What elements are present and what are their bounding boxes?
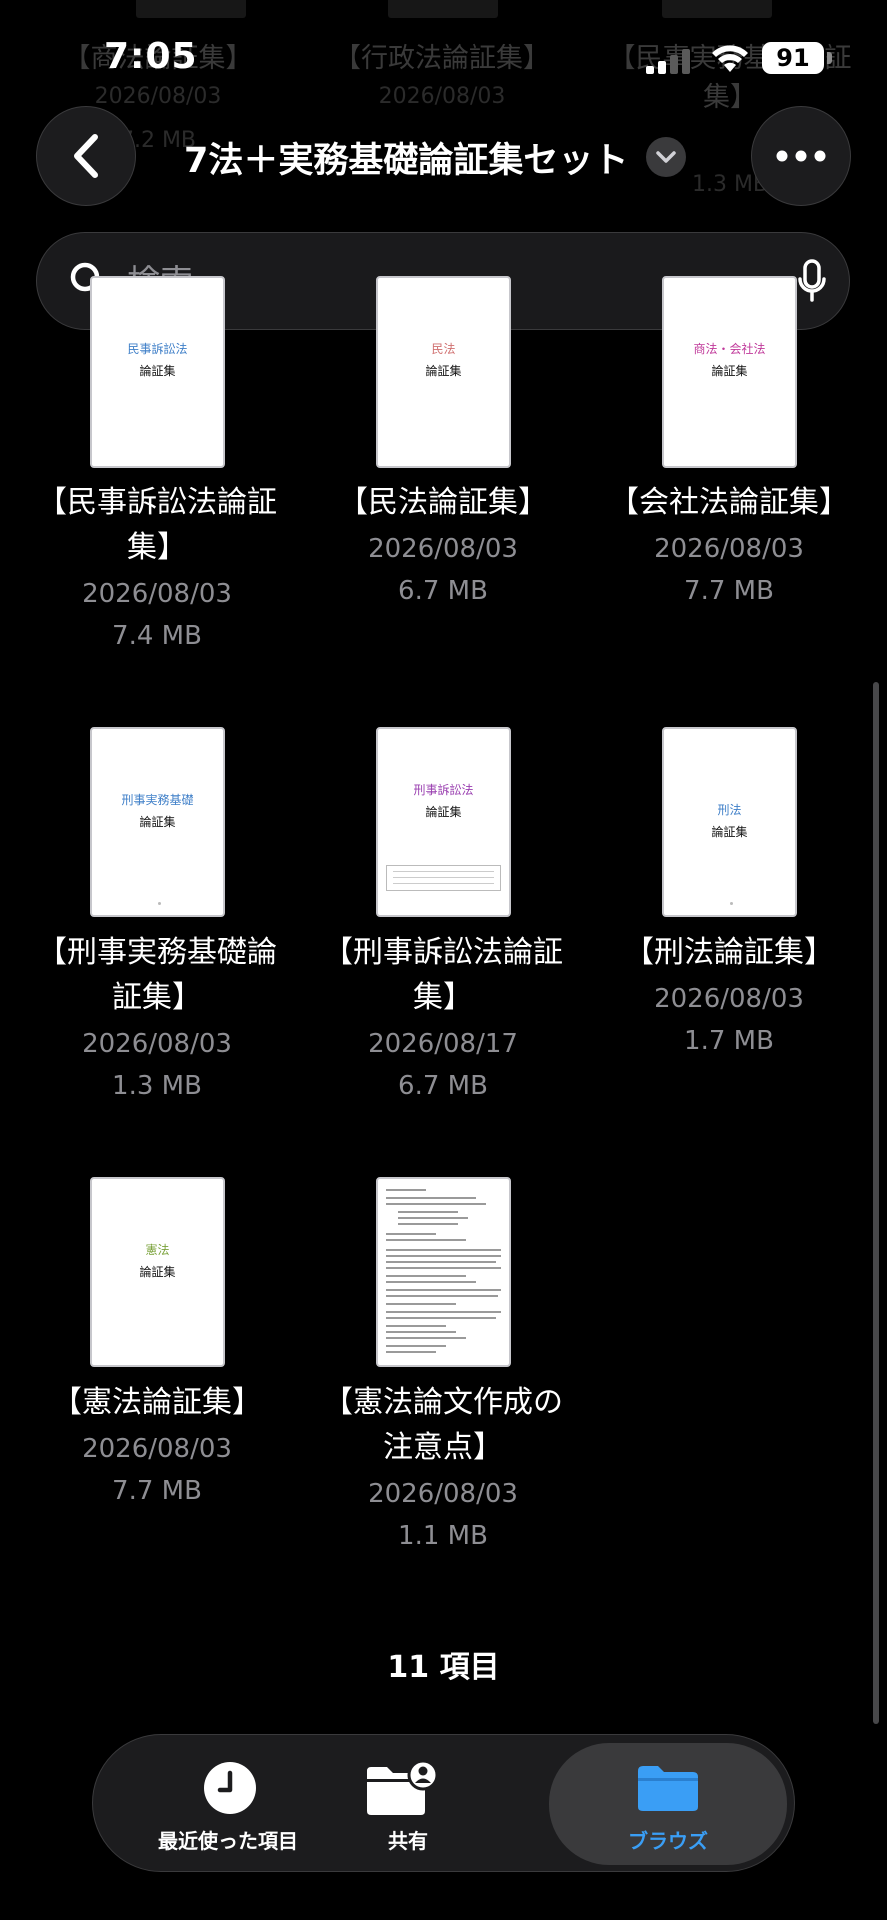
- thumbnail-title: 論証集: [711, 364, 748, 378]
- thumbnail-title: 論証集: [139, 1265, 176, 1279]
- thumbnail-title: 論証集: [139, 364, 176, 378]
- file-date: 2026/08/03: [654, 984, 804, 1014]
- file-item[interactable]: 【憲法論文作成の 注意点】 2026/08/03 1.1 MB: [303, 1380, 583, 1560]
- file-size: 7.4 MB: [112, 621, 202, 651]
- thumbnail-page-marker: [730, 902, 733, 905]
- status-bar: 7:05 91: [0, 0, 887, 118]
- folder-icon: [638, 1766, 698, 1811]
- file-thumbnail[interactable]: 刑事実務基礎 論証集: [90, 727, 225, 917]
- file-date: 2026/08/17: [368, 1029, 518, 1059]
- file-thumbnail[interactable]: 民事訴訟法 論証集: [90, 276, 225, 468]
- file-item[interactable]: 【民事訴訟法論証 集】 2026/08/03 7.4 MB: [17, 480, 297, 660]
- file-date: 2026/08/03: [82, 1434, 232, 1464]
- thumbnail-title: 論証集: [139, 815, 176, 829]
- chevron-down-icon: [646, 137, 687, 177]
- folder-title: 7法＋実務基礎論証集セット: [184, 140, 629, 181]
- file-thumbnail[interactable]: 商法・会社法 論証集: [662, 276, 797, 468]
- file-date: 2026/08/03: [82, 1029, 232, 1059]
- file-name-cont: 証集】: [112, 980, 202, 1015]
- tab-browse[interactable]: ブラウズ: [549, 1743, 787, 1865]
- scrollbar[interactable]: [873, 682, 879, 1724]
- file-name: 【会社法論証集】: [609, 485, 849, 520]
- file-name: 【刑事訴訟法論証: [323, 935, 563, 970]
- file-date: 2026/08/03: [82, 579, 232, 609]
- file-name-cont: 注意点】: [383, 1430, 503, 1465]
- file-name: 【憲法論証集】: [52, 1385, 262, 1420]
- battery-cap: [827, 52, 832, 64]
- file-thumbnail[interactable]: 刑事訴訟法 論証集: [376, 727, 511, 917]
- file-name: 【民事訴訟法論証: [37, 485, 277, 520]
- tab-label: ブラウズ: [628, 1829, 708, 1853]
- status-time: 7:05: [104, 36, 198, 77]
- file-size: 1.3 MB: [112, 1071, 202, 1101]
- file-thumbnail[interactable]: 憲法 論証集: [90, 1177, 225, 1367]
- file-size: 1.1 MB: [398, 1521, 488, 1551]
- file-item[interactable]: 【民法論証集】 2026/08/03 6.7 MB: [303, 480, 583, 620]
- thumbnail-title: 論証集: [711, 825, 748, 839]
- file-name: 【憲法論文作成の: [323, 1385, 563, 1420]
- chevron-left-icon: [74, 134, 98, 178]
- battery-level: 91: [762, 42, 824, 74]
- more-options-button[interactable]: [751, 106, 851, 206]
- clock-icon: [204, 1762, 256, 1814]
- microphone-icon[interactable]: [797, 259, 827, 303]
- file-name-cont: 集】: [413, 980, 473, 1015]
- thumbnail-text-box: [386, 865, 501, 891]
- ellipsis-icon: [776, 150, 826, 162]
- tab-bar: 最近使った項目 共有 ブラウズ: [92, 1734, 795, 1872]
- tab-recents[interactable]: 最近使った項目: [113, 1735, 343, 1873]
- thumbnail-page-marker: [158, 902, 161, 905]
- thumbnail-subject: 民事訴訟法: [127, 342, 188, 356]
- file-name: 【刑法論証集】: [624, 935, 834, 970]
- thumbnail-subject: 刑事実務基礎: [121, 793, 194, 807]
- thumbnail-subject: 民法: [431, 342, 456, 356]
- thumbnail-subject: 刑事訴訟法: [413, 783, 474, 797]
- tab-label: 共有: [388, 1829, 428, 1853]
- thumbnail-subject: 憲法: [145, 1243, 170, 1257]
- back-button[interactable]: [36, 106, 136, 206]
- shared-folder-icon: [367, 1761, 437, 1815]
- thumbnail-subject: 刑法: [717, 803, 742, 817]
- file-date: 2026/08/03: [654, 534, 804, 564]
- file-name: 【民法論証集】: [338, 485, 548, 520]
- file-size: 7.7 MB: [112, 1476, 202, 1506]
- cellular-signal-icon: [646, 48, 690, 74]
- tab-label: 最近使った項目: [158, 1829, 298, 1853]
- file-date: 2026/08/03: [368, 1479, 518, 1509]
- item-count: 11 項目: [387, 1650, 500, 1685]
- wifi-icon: [712, 45, 748, 72]
- file-item[interactable]: 【刑事実務基礎論 証集】 2026/08/03 1.3 MB: [17, 930, 297, 1110]
- file-item[interactable]: 【会社法論証集】 2026/08/03 7.7 MB: [589, 480, 869, 620]
- file-thumbnail[interactable]: [376, 1177, 511, 1367]
- folder-title-menu[interactable]: 7法＋実務基礎論証集セット: [184, 132, 687, 182]
- file-date: 2026/08/03: [368, 534, 518, 564]
- thumbnail-title: 論証集: [425, 364, 462, 378]
- file-item[interactable]: 【刑事訴訟法論証 集】 2026/08/17 6.7 MB: [303, 930, 583, 1110]
- file-size: 1.7 MB: [684, 1026, 774, 1056]
- file-name: 【刑事実務基礎論: [37, 935, 277, 970]
- thumbnail-title: 論証集: [425, 805, 462, 819]
- file-item[interactable]: 【刑法論証集】 2026/08/03 1.7 MB: [589, 930, 869, 1070]
- tab-shared[interactable]: 共有: [343, 1735, 473, 1873]
- file-name-cont: 集】: [127, 530, 187, 565]
- files-app-screen: 【商法論証集】 【行政法論証集】 【民事実務基礎論証集】 2026/08/03 …: [0, 0, 887, 1920]
- navigation-bar: 7法＋実務基礎論証集セット: [0, 106, 887, 206]
- thumbnail-subject: 商法・会社法: [693, 342, 766, 356]
- file-thumbnail[interactable]: 民法 論証集: [376, 276, 511, 468]
- file-item[interactable]: 【憲法論証集】 2026/08/03 7.7 MB: [17, 1380, 297, 1520]
- file-size: 6.7 MB: [398, 1071, 488, 1101]
- file-size: 7.7 MB: [684, 576, 774, 606]
- file-size: 6.7 MB: [398, 576, 488, 606]
- file-thumbnail[interactable]: 刑法 論証集: [662, 727, 797, 917]
